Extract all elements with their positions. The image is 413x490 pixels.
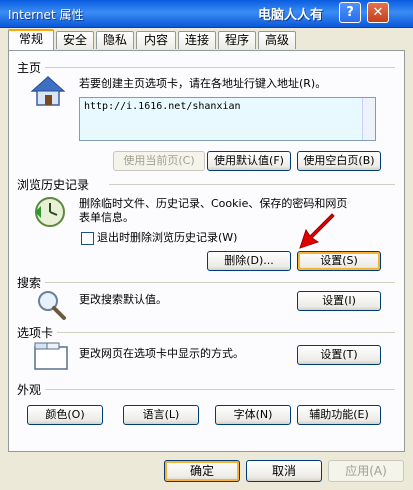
ok-button[interactable]: 确定 xyxy=(164,460,240,482)
home-url-input[interactable]: http://i.1616.net/shanxian xyxy=(79,97,376,141)
tabs-settings-button[interactable]: 设置(T) xyxy=(297,345,381,365)
search-description: 更改搜索默认值。 xyxy=(79,293,167,306)
tab-privacy[interactable]: 隐私 xyxy=(96,31,134,49)
delete-on-exit-checkbox[interactable] xyxy=(81,232,94,245)
history-section-title: 浏览历史记录 xyxy=(17,176,94,193)
history-description-line2: 表单信息。 xyxy=(79,211,134,224)
close-button[interactable]: ✕ xyxy=(367,2,389,23)
magnifier-icon xyxy=(38,291,66,320)
appearance-section-title: 外观 xyxy=(17,381,46,398)
tab-general[interactable]: 常规 xyxy=(8,29,54,50)
tabs-description: 更改网页在选项卡中显示的方式。 xyxy=(79,347,244,360)
accessibility-button[interactable]: 辅助功能(E) xyxy=(297,405,381,425)
tab-security[interactable]: 安全 xyxy=(56,31,94,49)
watermark-text: 电脑人人有 xyxy=(258,8,324,23)
tabs-section-title: 选项卡 xyxy=(17,324,58,341)
tab-content[interactable]: 内容 xyxy=(136,31,176,49)
history-description-line1: 删除临时文件、历史记录、Cookie、保存的密码和网页 xyxy=(79,197,348,210)
use-blank-button[interactable]: 使用空白页(B) xyxy=(297,151,381,171)
use-current-button[interactable]: 使用当前页(C) xyxy=(113,151,205,171)
tab-connections[interactable]: 连接 xyxy=(178,31,216,49)
home-description: 若要创建主页选项卡，请在各地址行键入地址(R)。 xyxy=(79,77,327,90)
house-icon xyxy=(31,75,65,106)
window-title: Internet 属性 xyxy=(8,8,84,22)
fonts-button[interactable]: 字体(N) xyxy=(215,405,291,425)
help-icon: ? xyxy=(346,5,354,20)
apply-button[interactable]: 应用(A) xyxy=(328,460,404,482)
colors-button[interactable]: 颜色(O) xyxy=(27,405,103,425)
delete-on-exit-label: 退出时删除浏览历史记录(W) xyxy=(97,231,238,244)
title-bar[interactable]: Internet 属性 电脑人人有 ? ✕ xyxy=(0,0,413,28)
use-default-button[interactable]: 使用默认值(F) xyxy=(207,151,291,171)
divider xyxy=(45,389,395,390)
delete-history-button[interactable]: 删除(D)... xyxy=(207,251,291,271)
divider xyxy=(57,332,395,333)
tabs-window-icon xyxy=(34,342,68,370)
tab-programs[interactable]: 程序 xyxy=(218,31,256,49)
divider xyxy=(45,67,395,68)
cancel-button[interactable]: 取消 xyxy=(246,460,322,482)
tab-advanced[interactable]: 高级 xyxy=(258,31,296,49)
url-scrollbar[interactable] xyxy=(362,98,375,140)
general-tab-panel: 主页 若要创建主页选项卡，请在各地址行键入地址(R)。 http://i.161… xyxy=(8,50,405,452)
home-url-text: http://i.1616.net/shanxian xyxy=(84,101,241,112)
help-button[interactable]: ? xyxy=(339,2,361,23)
history-settings-button[interactable]: 设置(S) xyxy=(297,251,381,271)
history-clock-icon xyxy=(35,197,65,227)
home-section-title: 主页 xyxy=(17,59,46,76)
languages-button[interactable]: 语言(L) xyxy=(123,405,199,425)
divider xyxy=(45,282,395,283)
red-arrow-icon xyxy=(299,213,335,249)
search-settings-button[interactable]: 设置(I) xyxy=(297,291,381,311)
close-icon: ✕ xyxy=(372,5,384,20)
divider xyxy=(109,184,395,185)
